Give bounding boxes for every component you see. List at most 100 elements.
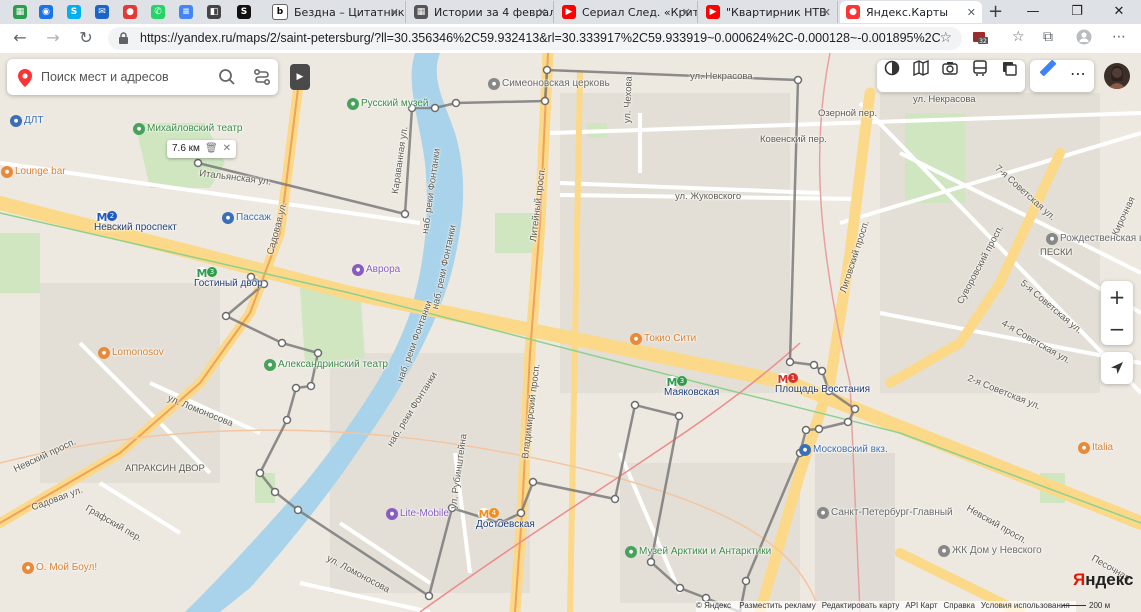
tab-actions-icon[interactable]: ⧉ bbox=[1043, 29, 1053, 45]
poi-marker-icon[interactable]: ● bbox=[799, 444, 811, 456]
back-button[interactable]: ← bbox=[9, 27, 31, 49]
geolocation-button[interactable] bbox=[1101, 352, 1133, 384]
ruler-icon[interactable] bbox=[1040, 60, 1056, 76]
poi-label[interactable]: Александринский театр bbox=[278, 359, 388, 370]
tab-close-icon[interactable]: ✕ bbox=[538, 6, 547, 19]
footer-link[interactable]: Справка bbox=[944, 601, 975, 610]
poi-marker-icon[interactable]: ● bbox=[630, 333, 642, 345]
tab-close-icon[interactable]: ✕ bbox=[682, 6, 691, 19]
map-canvas[interactable]: ул. Некрасова ул. Некрасова Озерной пер. Ко… bbox=[0, 53, 1141, 612]
poi-marker-icon[interactable]: ● bbox=[347, 98, 359, 110]
poi-marker-icon[interactable]: ● bbox=[264, 359, 276, 371]
pinned-tab[interactable]: ● bbox=[118, 2, 142, 22]
poi-label[interactable]: Михайловский театр bbox=[147, 123, 243, 134]
footer-link[interactable]: Разместить рекламу bbox=[739, 601, 815, 610]
extension-icon[interactable]: 32 bbox=[972, 29, 988, 49]
poi-label[interactable]: Пассаж bbox=[236, 212, 271, 223]
poi-label[interactable]: Italia bbox=[1092, 442, 1113, 453]
search-icon[interactable] bbox=[218, 68, 236, 86]
browser-menu-icon[interactable]: ⋯ bbox=[1112, 29, 1126, 45]
poi-label[interactable]: Lounge bar bbox=[15, 166, 66, 177]
footer-link[interactable]: Редактировать карту bbox=[822, 601, 900, 610]
layers-icon[interactable] bbox=[884, 60, 900, 76]
metro-station-label[interactable]: Маяковская bbox=[664, 387, 719, 398]
route-icon[interactable] bbox=[253, 68, 271, 86]
poi-marker-icon[interactable]: ● bbox=[488, 78, 500, 90]
browser-tab[interactable]: ▶ Сериал След. «Критич✕ bbox=[556, 1, 698, 23]
forward-button[interactable]: → bbox=[42, 27, 64, 49]
address-bar[interactable]: https://yandex.ru/maps/2/saint-petersbur… bbox=[108, 27, 962, 50]
poi-marker-icon[interactable]: ● bbox=[1078, 442, 1090, 454]
new-tab-button[interactable]: + bbox=[988, 2, 1003, 22]
poi-marker-icon[interactable]: ● bbox=[222, 212, 234, 224]
poi-label[interactable]: Симеоновская церковь bbox=[502, 78, 610, 89]
pinned-tab[interactable]: ▦ bbox=[8, 2, 32, 22]
zoom-in-button[interactable]: + bbox=[1101, 281, 1133, 313]
metro-station-label[interactable]: Достоевская bbox=[476, 519, 535, 530]
poi-label[interactable]: Аврора bbox=[366, 264, 400, 275]
poi-marker-icon[interactable]: ● bbox=[938, 545, 950, 557]
poi-label[interactable]: Токио Сити bbox=[644, 333, 696, 344]
poi-marker-icon[interactable]: ● bbox=[1046, 233, 1058, 245]
poi-marker-icon[interactable]: ● bbox=[1, 166, 13, 178]
user-avatar[interactable] bbox=[1104, 63, 1130, 89]
poi-marker-icon[interactable]: ● bbox=[22, 562, 34, 574]
collections-icon[interactable]: ☆ bbox=[1012, 29, 1025, 45]
traffic-icon[interactable] bbox=[1001, 60, 1017, 76]
delete-measure-icon[interactable]: 🗑 bbox=[205, 143, 218, 154]
transport-icon[interactable] bbox=[972, 60, 988, 76]
reload-button[interactable]: ↻ bbox=[75, 27, 97, 49]
pinned-tab[interactable]: ✉ bbox=[90, 2, 114, 22]
pinned-tab[interactable]: ≡ bbox=[174, 2, 198, 22]
window-close-button[interactable]: ✕ bbox=[1097, 0, 1141, 24]
browser-tab[interactable]: ● Яндекс.Карты ✕ bbox=[840, 1, 982, 23]
search-input[interactable]: Поиск мест и адресов bbox=[41, 70, 169, 84]
poi-label[interactable]: Рождественская церковь bbox=[1060, 233, 1141, 244]
street-label: ул. Некрасова bbox=[690, 71, 753, 82]
poi-label[interactable]: Московский вкз. bbox=[813, 444, 888, 455]
collapse-panel-button[interactable]: ▶ bbox=[290, 64, 310, 90]
pinned-tab[interactable]: S bbox=[232, 2, 256, 22]
more-tools-icon[interactable]: ⋯ bbox=[1070, 66, 1086, 82]
zoom-out-button[interactable]: − bbox=[1101, 313, 1133, 345]
poi-marker-icon[interactable]: ● bbox=[352, 264, 364, 276]
panorama-icon[interactable] bbox=[913, 60, 929, 76]
poi-label[interactable]: ЖК Дом у Невского bbox=[952, 545, 1042, 556]
browser-tab[interactable]: bБездна – Цитатник Рун✕ bbox=[266, 1, 406, 23]
poi-label[interactable]: Санкт-Петербург-Главный bbox=[831, 507, 953, 518]
pinned-tab[interactable]: ✆ bbox=[146, 2, 170, 22]
poi-label[interactable]: Русский музей bbox=[361, 98, 429, 109]
poi-label[interactable]: О. Мой Боул! bbox=[36, 562, 97, 573]
measure-distance-label[interactable]: 7.6 км 🗑 ✕ bbox=[167, 140, 237, 158]
poi-label[interactable]: Музей Арктики и Антарктики bbox=[639, 546, 771, 557]
footer-link[interactable]: API Карт bbox=[905, 601, 937, 610]
minimize-button[interactable]: — bbox=[1011, 0, 1055, 24]
pinned-tab[interactable]: ◧ bbox=[202, 2, 226, 22]
browser-tab[interactable]: ▶ "Квартирник НТВ ✕ bbox=[700, 1, 838, 23]
close-measure-icon[interactable]: ✕ bbox=[223, 143, 231, 154]
poi-marker-icon[interactable]: ● bbox=[133, 123, 145, 135]
profile-icon[interactable] bbox=[1076, 29, 1092, 49]
poi-marker-icon[interactable]: ● bbox=[98, 347, 110, 359]
poi-label[interactable]: Lite-Mobile bbox=[400, 508, 449, 519]
favorite-star-icon[interactable]: ☆ bbox=[939, 30, 952, 46]
poi-marker-icon[interactable]: ● bbox=[817, 507, 829, 519]
metro-station-label[interactable]: Гостиный двор bbox=[194, 278, 263, 289]
poi-label[interactable]: Lomonosov bbox=[112, 347, 164, 358]
poi-marker-icon[interactable]: ● bbox=[625, 546, 637, 558]
poi-label[interactable]: ДЛТ bbox=[24, 115, 43, 126]
pinned-tab[interactable]: S bbox=[62, 2, 86, 22]
maximize-button[interactable]: ❐ bbox=[1055, 0, 1099, 24]
tab-close-icon[interactable]: ✕ bbox=[967, 6, 976, 19]
tab-close-icon[interactable]: ✕ bbox=[822, 6, 831, 19]
metro-station-label[interactable]: Площадь Восстания bbox=[775, 384, 870, 395]
footer-link[interactable]: Условия использования bbox=[981, 601, 1070, 610]
pinned-tab[interactable]: ◉ bbox=[34, 2, 58, 22]
search-box[interactable]: Поиск мест и адресов bbox=[7, 59, 278, 95]
browser-tab[interactable]: ▦ Истории за 4 февраля ✕ bbox=[408, 1, 554, 23]
tab-close-icon[interactable]: ✕ bbox=[390, 6, 399, 19]
metro-station-label[interactable]: Невский проспект bbox=[94, 222, 177, 233]
poi-marker-icon[interactable]: ● bbox=[386, 508, 398, 520]
poi-marker-icon[interactable]: ● bbox=[10, 115, 22, 127]
camera-icon[interactable] bbox=[942, 60, 958, 76]
